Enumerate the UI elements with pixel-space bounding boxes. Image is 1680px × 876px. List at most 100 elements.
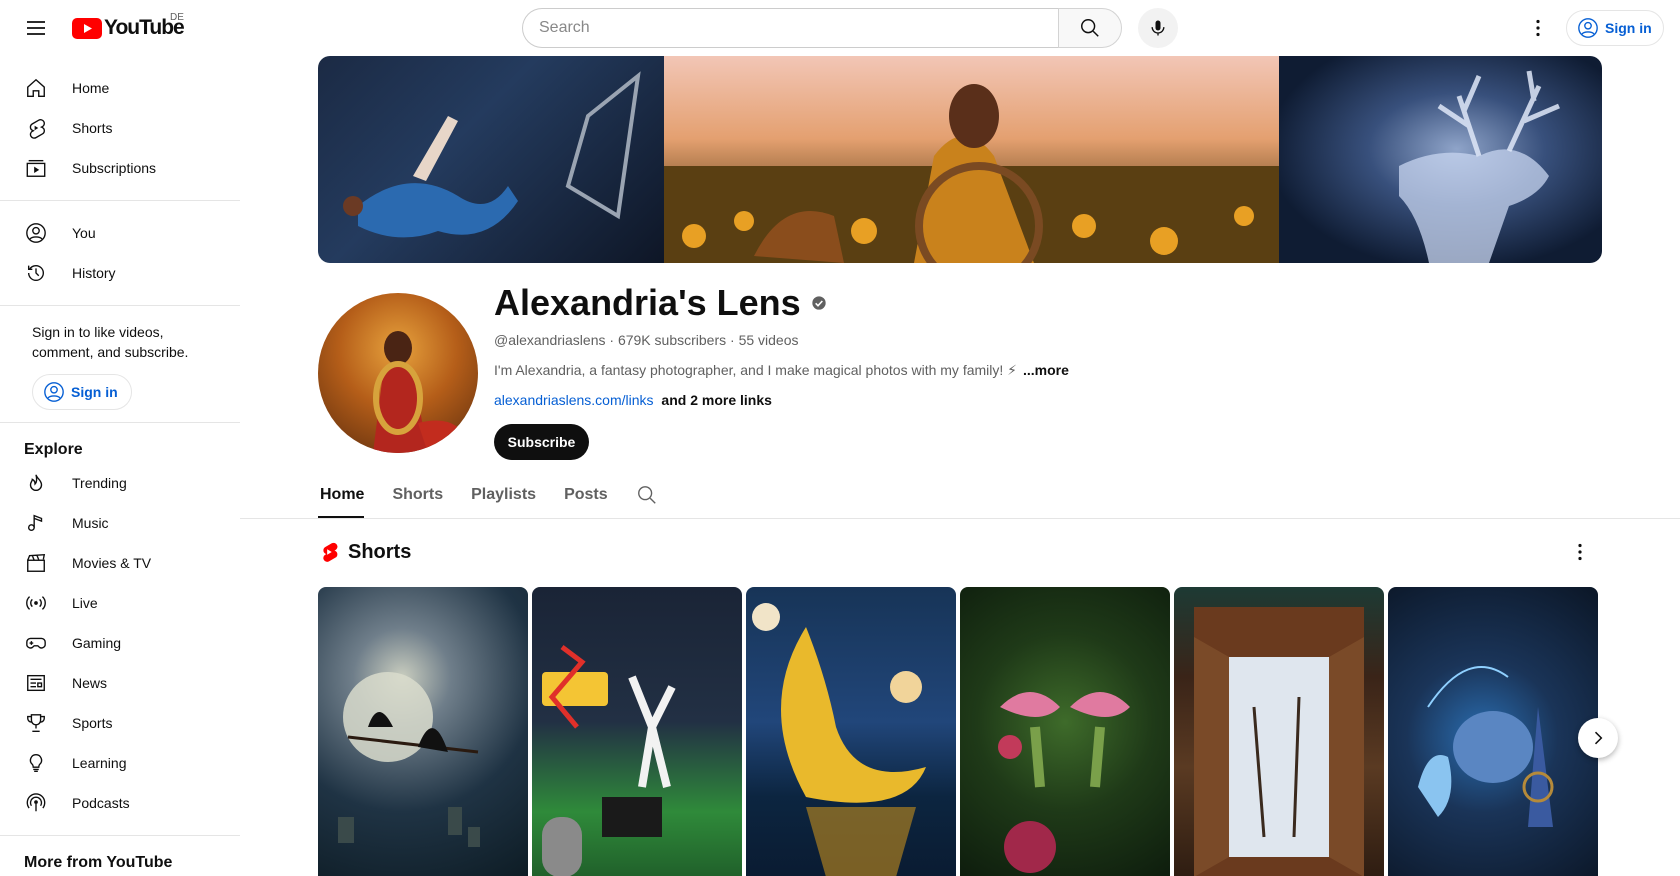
- banner-image-falling-girl: [318, 56, 664, 263]
- podcasts-icon: [24, 791, 48, 815]
- tab-playlists[interactable]: Playlists: [469, 476, 536, 518]
- short-thumbnail[interactable]: [1388, 587, 1598, 876]
- more-button[interactable]: ...more: [1023, 362, 1069, 378]
- more-vert-icon: [1536, 19, 1540, 37]
- channel-avatar: [318, 293, 478, 453]
- short-thumbnail[interactable]: [318, 587, 528, 876]
- sidebar-item-podcasts[interactable]: Podcasts: [0, 783, 240, 823]
- sidebar-item-label: You: [72, 225, 96, 241]
- search-input[interactable]: [522, 8, 1058, 48]
- more-from-youtube-heading: More from YouTube: [24, 854, 173, 871]
- search-button[interactable]: [1058, 8, 1122, 48]
- sidebar-item-movies[interactable]: Movies & TV: [0, 543, 240, 583]
- sign-in-prompt: Sign in to like videos, comment, and sub…: [32, 324, 189, 360]
- subscribe-button[interactable]: Subscribe: [494, 424, 589, 460]
- sidebar-item-label: Shorts: [72, 120, 113, 136]
- sidebar-item-label: Gaming: [72, 635, 122, 651]
- short-thumbnail[interactable]: [746, 587, 956, 876]
- voice-search-button[interactable]: [1138, 8, 1178, 48]
- sign-in-label: Sign in: [71, 384, 118, 400]
- tab-shorts[interactable]: Shorts: [390, 476, 443, 518]
- meta-separator: ·: [730, 332, 739, 348]
- short-thumbnail[interactable]: [960, 587, 1170, 876]
- explore-heading: Explore: [24, 441, 83, 458]
- channel-link[interactable]: alexandriaslens.com/links: [494, 392, 654, 408]
- sidebar-item-label: Home: [72, 80, 110, 96]
- channel-search-button[interactable]: [636, 476, 658, 511]
- sign-in-button[interactable]: Sign in: [1566, 10, 1664, 46]
- sidebar-item-news[interactable]: News: [0, 663, 240, 703]
- sidebar-item-you[interactable]: You: [0, 213, 240, 253]
- shorts-section-menu[interactable]: [1568, 540, 1592, 564]
- sports-icon: [24, 711, 48, 735]
- search-icon: [637, 486, 656, 504]
- gaming-icon: [24, 631, 48, 655]
- history-icon: [24, 261, 48, 285]
- sidebar-item-label: Trending: [72, 475, 127, 491]
- youtube-logo[interactable]: YouTube: [72, 16, 185, 39]
- banner-image-sunflower-field: [664, 56, 1279, 263]
- search-icon: [1081, 19, 1099, 37]
- tab-posts[interactable]: Posts: [562, 476, 608, 518]
- tabs-divider: [240, 518, 1680, 519]
- sidebar-item-gaming[interactable]: Gaming: [0, 623, 240, 663]
- account-icon: [44, 382, 64, 402]
- channel-links: alexandriaslens.com/links and 2 more lin…: [494, 392, 772, 408]
- sidebar-item-home[interactable]: Home: [0, 68, 240, 108]
- channel-description[interactable]: I'm Alexandria, a fantasy photographer, …: [494, 362, 1069, 379]
- subscriptions-icon: [24, 156, 48, 180]
- learning-icon: [24, 751, 48, 775]
- account-icon: [1578, 18, 1598, 38]
- tab-home[interactable]: Home: [318, 476, 365, 518]
- channel-tabs: Home Shorts Playlists Posts: [318, 476, 658, 518]
- subscriber-count: 679K subscribers: [617, 332, 727, 348]
- shorts-icon: [24, 116, 48, 140]
- short-thumbnail[interactable]: [532, 587, 742, 876]
- chevron-right-icon: [1594, 731, 1603, 745]
- sidebar-item-history[interactable]: History: [0, 253, 240, 293]
- channel-meta: @alexandriaslens · 679K subscribers · 55…: [494, 332, 799, 348]
- region-code: DE: [170, 12, 184, 23]
- sidebar-item-label: Live: [72, 595, 98, 611]
- shorts-shelf: [318, 587, 1602, 876]
- sidebar-item-label: Learning: [72, 755, 127, 771]
- movies-icon: [24, 551, 48, 575]
- more-links-button[interactable]: and 2 more links: [661, 392, 771, 408]
- sidebar-item-learning[interactable]: Learning: [0, 743, 240, 783]
- sidebar-item-live[interactable]: Live: [0, 583, 240, 623]
- sidebar-item-subscriptions[interactable]: Subscriptions: [0, 148, 240, 188]
- youtube-play-icon: [72, 17, 102, 39]
- settings-menu-button[interactable]: [1518, 8, 1558, 48]
- shorts-section-header: Shorts: [318, 540, 411, 564]
- sidebar-divider: [0, 835, 240, 836]
- sidebar-divider: [0, 200, 240, 201]
- menu-button[interactable]: [16, 8, 56, 48]
- sidebar-item-label: History: [72, 265, 116, 281]
- sidebar-item-trending[interactable]: Trending: [0, 463, 240, 503]
- sidebar-divider: [0, 305, 240, 306]
- description-text: I'm Alexandria, a fantasy photographer, …: [494, 362, 1017, 378]
- hamburger-icon: [27, 21, 45, 35]
- shelf-next-button[interactable]: [1578, 718, 1618, 758]
- news-icon: [24, 671, 48, 695]
- short-thumbnail[interactable]: [1174, 587, 1384, 876]
- sidebar-item-music[interactable]: Music: [0, 503, 240, 543]
- sign-in-label: Sign in: [1605, 20, 1652, 36]
- sidebar-divider: [0, 422, 240, 423]
- meta-separator: ·: [609, 332, 618, 348]
- sidebar-item-sports[interactable]: Sports: [0, 703, 240, 743]
- sidebar-item-label: Sports: [72, 715, 113, 731]
- microphone-icon: [1151, 20, 1165, 36]
- sidebar-item-label: Subscriptions: [72, 160, 157, 176]
- sidebar-sign-in-button[interactable]: Sign in: [32, 374, 132, 410]
- channel-name: Alexandria's Lens: [494, 282, 827, 324]
- video-count: 55 videos: [738, 332, 799, 348]
- music-icon: [24, 511, 48, 535]
- home-icon: [24, 76, 48, 100]
- sidebar-item-label: News: [72, 675, 108, 691]
- sidebar-item-shorts[interactable]: Shorts: [0, 108, 240, 148]
- channel-handle: @alexandriaslens: [494, 332, 606, 348]
- shorts-section-title: Shorts: [348, 540, 412, 563]
- live-icon: [24, 591, 48, 615]
- sidebar: Home Shorts Subscriptions You History Si…: [0, 56, 240, 876]
